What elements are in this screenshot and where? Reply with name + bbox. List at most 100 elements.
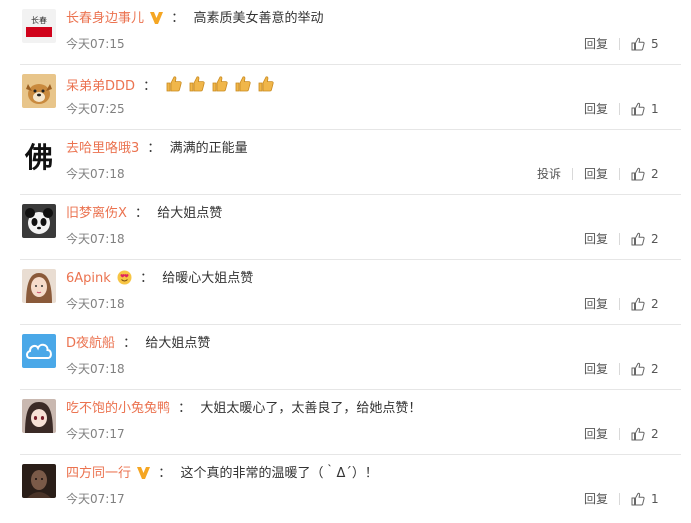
colon-separator: ： [178,401,192,416]
thumb-up-icon [631,37,645,51]
thumb-up-icon [631,102,645,116]
user-name-link[interactable]: 旧梦离伤X [66,206,127,221]
comment-text: 这个真的非常的温暖了（｀Δ´）！ [180,466,378,481]
avatar[interactable] [22,334,56,368]
reply-button[interactable]: 回复 [584,231,608,247]
reply-button[interactable]: 回复 [584,426,608,442]
avatar[interactable] [22,74,56,108]
user-name-link[interactable]: 吃不饱的小兔兔鸭 [66,401,170,416]
reply-button[interactable]: 回复 [584,101,608,117]
comment-text: 给大姐点赞 [145,336,211,351]
thumb-up-icon [631,362,645,376]
comment-text: 给暖心大姐点赞 [162,271,254,286]
thumbs-up-emoji-icon [235,76,251,92]
thumb-up-icon [631,232,645,246]
avatar-calligraphy-text: 佛 [24,141,53,173]
avatar[interactable]: 佛 [22,139,56,173]
like-button[interactable]: 2 [631,166,659,182]
comment-time: 今天07:25 [66,102,125,116]
divider [619,103,620,115]
avatar[interactable] [22,269,56,303]
like-count: 1 [651,492,659,506]
comment-item: 呆弟弟DDD ： 今天07:25 回复 1 [0,65,691,130]
comment-time: 今天07:18 [66,167,125,181]
comment-item: 佛 去哈里咯哦3 ： 满满的正能量 今天07:18 投诉 回复 2 [0,130,691,195]
comment-text: 满满的正能量 [169,141,248,156]
comment-time: 今天07:17 [66,427,125,441]
like-count: 5 [651,37,659,51]
like-count: 1 [651,102,659,116]
like-button[interactable]: 5 [631,36,659,52]
colon-separator: ： [147,141,161,156]
comment-text: 高素质美女善意的举动 [193,11,324,26]
thumb-up-icon [631,167,645,181]
user-name-link[interactable]: D夜航船 [66,336,115,351]
comment-item: 吃不饱的小兔兔鸭 ： 大姐太暖心了，太善良了，给她点赞！ 今天07:17 回复 … [0,390,691,455]
comment-time: 今天07:18 [66,232,125,246]
user-name-link[interactable]: 呆弟弟DDD [66,79,135,94]
divider [619,38,620,50]
thumb-up-icon [631,427,645,441]
divider [571,168,573,180]
like-count: 2 [651,297,659,311]
divider [619,233,620,245]
comment-list: 长春 长春身边事儿 ： 高素质美女善意的举动 今天07:15 回复 5 呆弟弟D… [0,0,691,523]
comment-time: 今天07:18 [66,362,125,376]
comment-item: D夜航船 ： 给大姐点赞 今天07:18 回复 2 [0,325,691,390]
like-count: 2 [651,427,659,441]
colon-separator: ： [143,79,157,94]
comment-time: 今天07:15 [66,37,125,51]
colon-separator: ： [135,206,149,221]
comment-text: 大姐太暖心了，太善良了，给她点赞！ [200,401,422,416]
thumbs-up-emoji-icon [166,76,182,92]
colon-separator: ： [171,11,185,26]
thumbs-up-emoji-icon [189,76,205,92]
divider [619,493,620,505]
divider [619,428,620,440]
thumb-up-icon [631,297,645,311]
avatar[interactable] [22,204,56,238]
reply-button[interactable]: 回复 [584,361,608,377]
reply-button[interactable]: 回复 [584,36,608,52]
like-button[interactable]: 1 [631,491,659,507]
avatar[interactable]: 长春 [22,9,56,43]
like-count: 2 [651,362,659,376]
comment-item: 旧梦离伤X ： 给大姐点赞 今天07:18 回复 2 [0,195,691,260]
avatar-logo-text: 长春 [31,15,47,25]
reply-button[interactable]: 回复 [584,296,608,312]
thumbs-up-emoji-group [165,75,275,93]
colon-separator: ： [140,271,154,286]
heart-eyes-badge-icon [117,270,132,291]
reply-button[interactable]: 回复 [584,491,608,507]
avatar[interactable] [22,399,56,433]
comment-text: 给大姐点赞 [157,206,223,221]
user-name-link[interactable]: 四方同一行 [66,466,131,481]
user-name-link[interactable]: 6Apink [66,271,111,286]
like-button[interactable]: 2 [631,231,659,247]
thumbs-up-emoji-icon [258,76,274,92]
user-name-link[interactable]: 去哈里咯哦3 [66,141,139,156]
divider [619,363,620,375]
avatar[interactable] [22,464,56,498]
colon-separator: ： [123,336,137,351]
thumb-up-icon [631,492,645,506]
like-button[interactable]: 2 [631,296,659,312]
comment-item: 6Apink ： 给暖心大姐点赞 今天07:18 回复 2 [0,260,691,325]
colon-separator: ： [158,466,172,481]
divider [619,168,620,180]
comment-item: 四方同一行 ： 这个真的非常的温暖了（｀Δ´）！ 今天07:17 回复 1 [0,455,691,520]
verified-badge-icon [150,12,164,30]
like-button[interactable]: 2 [631,426,659,442]
comment-time: 今天07:18 [66,297,125,311]
reply-button[interactable]: 回复 [584,166,608,182]
user-name-link[interactable]: 长春身边事儿 [66,11,144,26]
comment-item: 长春 长春身边事儿 ： 高素质美女善意的举动 今天07:15 回复 5 [0,0,691,65]
like-button[interactable]: 2 [631,361,659,377]
like-count: 2 [651,167,659,181]
divider [619,298,620,310]
like-button[interactable]: 1 [631,101,659,117]
comment-time: 今天07:17 [66,492,125,506]
like-count: 2 [651,232,659,246]
thumbs-up-emoji-icon [212,76,228,92]
report-button[interactable]: 投诉 [537,166,561,182]
